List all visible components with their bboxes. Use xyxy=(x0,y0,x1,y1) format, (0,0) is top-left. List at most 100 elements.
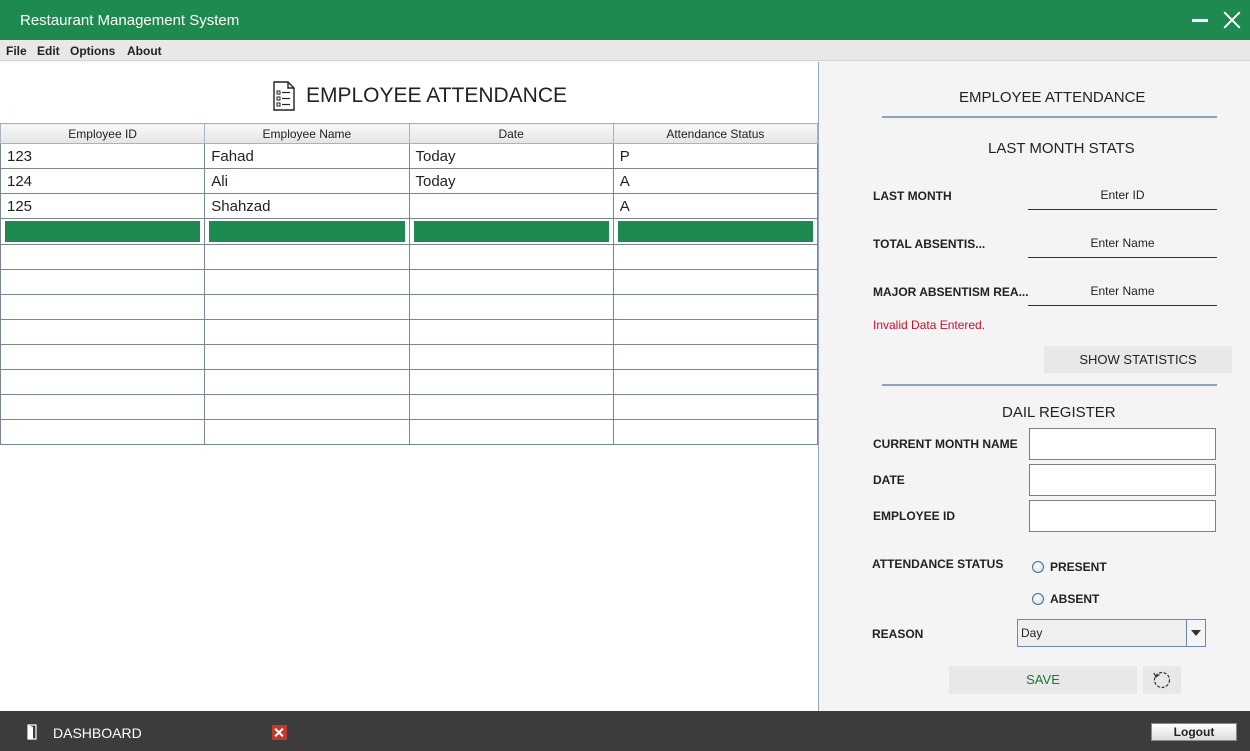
table-cell[interactable]: 123 xyxy=(0,143,206,169)
employee-id-field[interactable] xyxy=(1029,500,1216,532)
table-cell[interactable] xyxy=(408,294,614,320)
major-absentism-reason-input[interactable]: Enter Name xyxy=(1028,280,1217,306)
table-cell[interactable] xyxy=(0,244,206,270)
table-row[interactable]: 124 Ali Today A xyxy=(0,168,819,194)
present-radio[interactable]: PRESENT xyxy=(1032,560,1107,574)
table-cell[interactable] xyxy=(612,319,819,345)
date-field[interactable] xyxy=(1029,464,1216,496)
door-icon[interactable] xyxy=(27,724,37,740)
menu-file[interactable]: File xyxy=(6,44,27,58)
table-cell[interactable] xyxy=(204,319,410,345)
table-cell[interactable] xyxy=(408,419,614,445)
table-cell[interactable] xyxy=(0,294,206,320)
table-cell[interactable] xyxy=(612,218,819,245)
table-cell[interactable] xyxy=(204,344,410,370)
table-cell[interactable] xyxy=(204,394,410,420)
table-cell[interactable] xyxy=(408,218,614,245)
table-cell[interactable] xyxy=(612,294,819,320)
table-cell[interactable] xyxy=(408,394,614,420)
table-cell[interactable] xyxy=(0,369,206,395)
table-row[interactable] xyxy=(0,419,819,445)
close-icon[interactable] xyxy=(272,725,287,740)
absent-radio[interactable]: ABSENT xyxy=(1032,592,1099,606)
table-cell[interactable]: Ali xyxy=(204,168,410,194)
show-statistics-button[interactable]: SHOW STATISTICS xyxy=(1044,346,1232,373)
table-cell[interactable] xyxy=(408,319,614,345)
table-row[interactable] xyxy=(0,344,819,370)
table-row[interactable] xyxy=(0,244,819,270)
column-header-employee-id[interactable]: Employee ID xyxy=(0,123,206,144)
column-header-attendance-status[interactable]: Attendance Status xyxy=(612,123,819,144)
menu-edit[interactable]: Edit xyxy=(37,44,60,58)
employee-id-label: EMPLOYEE ID xyxy=(873,509,956,523)
table-cell[interactable] xyxy=(612,394,819,420)
table-cell[interactable] xyxy=(204,294,410,320)
table-cell[interactable] xyxy=(0,319,206,345)
table-cell[interactable] xyxy=(612,419,819,445)
table-cell[interactable] xyxy=(612,244,819,270)
table-row[interactable]: 125 Shahzad A xyxy=(0,193,819,219)
table-cell[interactable] xyxy=(408,244,614,270)
table-row-selected[interactable] xyxy=(0,218,819,245)
table-cell[interactable]: Shahzad xyxy=(204,193,410,219)
table-cell[interactable]: Today xyxy=(408,143,614,169)
table-cell[interactable]: Today xyxy=(408,168,614,194)
table-cell[interactable]: P xyxy=(612,143,819,169)
table-row[interactable] xyxy=(0,319,819,345)
attendance-status-label: ATTENDANCE STATUS xyxy=(872,557,1004,571)
current-month-name-label: CURRENT MONTH NAME xyxy=(873,437,1018,451)
table-cell[interactable] xyxy=(612,369,819,395)
major-absentism-reason-label: MAJOR ABSENTISM REA... xyxy=(873,285,1029,299)
radio-circle-icon[interactable] xyxy=(1032,593,1044,605)
reason-select[interactable]: Day xyxy=(1017,619,1206,647)
table-row[interactable] xyxy=(0,394,819,420)
save-button[interactable]: SAVE xyxy=(949,666,1137,694)
table-row[interactable]: 123 Fahad Today P xyxy=(0,143,819,169)
page-title: EMPLOYEE ATTENDANCE xyxy=(306,84,568,107)
dashboard-link[interactable]: DASHBOARD xyxy=(53,725,142,741)
total-absentism-input[interactable]: Enter Name xyxy=(1028,232,1217,258)
column-header-date[interactable]: Date xyxy=(408,123,614,144)
table-cell[interactable]: 124 xyxy=(0,168,206,194)
bottom-bar: DASHBOARD Logout xyxy=(0,711,1250,751)
table-cell[interactable] xyxy=(204,269,410,295)
table-cell[interactable]: A xyxy=(612,193,819,219)
last-month-label: LAST MONTH xyxy=(873,189,952,203)
table-cell[interactable] xyxy=(0,269,206,295)
present-radio-label: PRESENT xyxy=(1050,560,1107,574)
last-month-input[interactable]: Enter ID xyxy=(1028,184,1217,210)
logout-button[interactable]: Logout xyxy=(1151,723,1237,741)
table-cell[interactable] xyxy=(204,218,410,245)
table-cell[interactable] xyxy=(408,369,614,395)
table-cell[interactable] xyxy=(0,218,206,245)
table-cell[interactable] xyxy=(612,344,819,370)
table-cell[interactable] xyxy=(204,419,410,445)
table-cell[interactable] xyxy=(204,369,410,395)
table-cell[interactable] xyxy=(0,394,206,420)
table-cell[interactable] xyxy=(0,344,206,370)
table-cell[interactable] xyxy=(612,269,819,295)
menu-options[interactable]: Options xyxy=(70,44,115,58)
table-cell[interactable] xyxy=(408,344,614,370)
column-header-employee-name[interactable]: Employee Name xyxy=(204,123,410,144)
table-row[interactable] xyxy=(0,369,819,395)
table-cell[interactable] xyxy=(408,269,614,295)
stats-title: LAST MONTH STATS xyxy=(988,140,1135,157)
table-cell[interactable]: 125 xyxy=(0,193,206,219)
reset-button[interactable] xyxy=(1143,666,1181,694)
table-row[interactable] xyxy=(0,269,819,295)
radio-circle-icon[interactable] xyxy=(1032,561,1044,573)
current-month-name-field[interactable] xyxy=(1029,428,1216,460)
menu-about[interactable]: About xyxy=(127,44,162,58)
table-row[interactable] xyxy=(0,294,819,320)
table-cell[interactable]: A xyxy=(612,168,819,194)
table-cell[interactable]: Fahad xyxy=(204,143,410,169)
attendance-table: Employee ID Employee Name Date Attendanc… xyxy=(0,123,819,445)
minimize-icon[interactable] xyxy=(1188,8,1212,32)
table-cell[interactable] xyxy=(204,244,410,270)
table-cell[interactable] xyxy=(0,419,206,445)
close-icon[interactable] xyxy=(1220,8,1244,32)
error-message: Invalid Data Entered. xyxy=(873,318,986,332)
chevron-down-icon[interactable] xyxy=(1186,620,1205,646)
table-cell[interactable] xyxy=(408,193,614,219)
